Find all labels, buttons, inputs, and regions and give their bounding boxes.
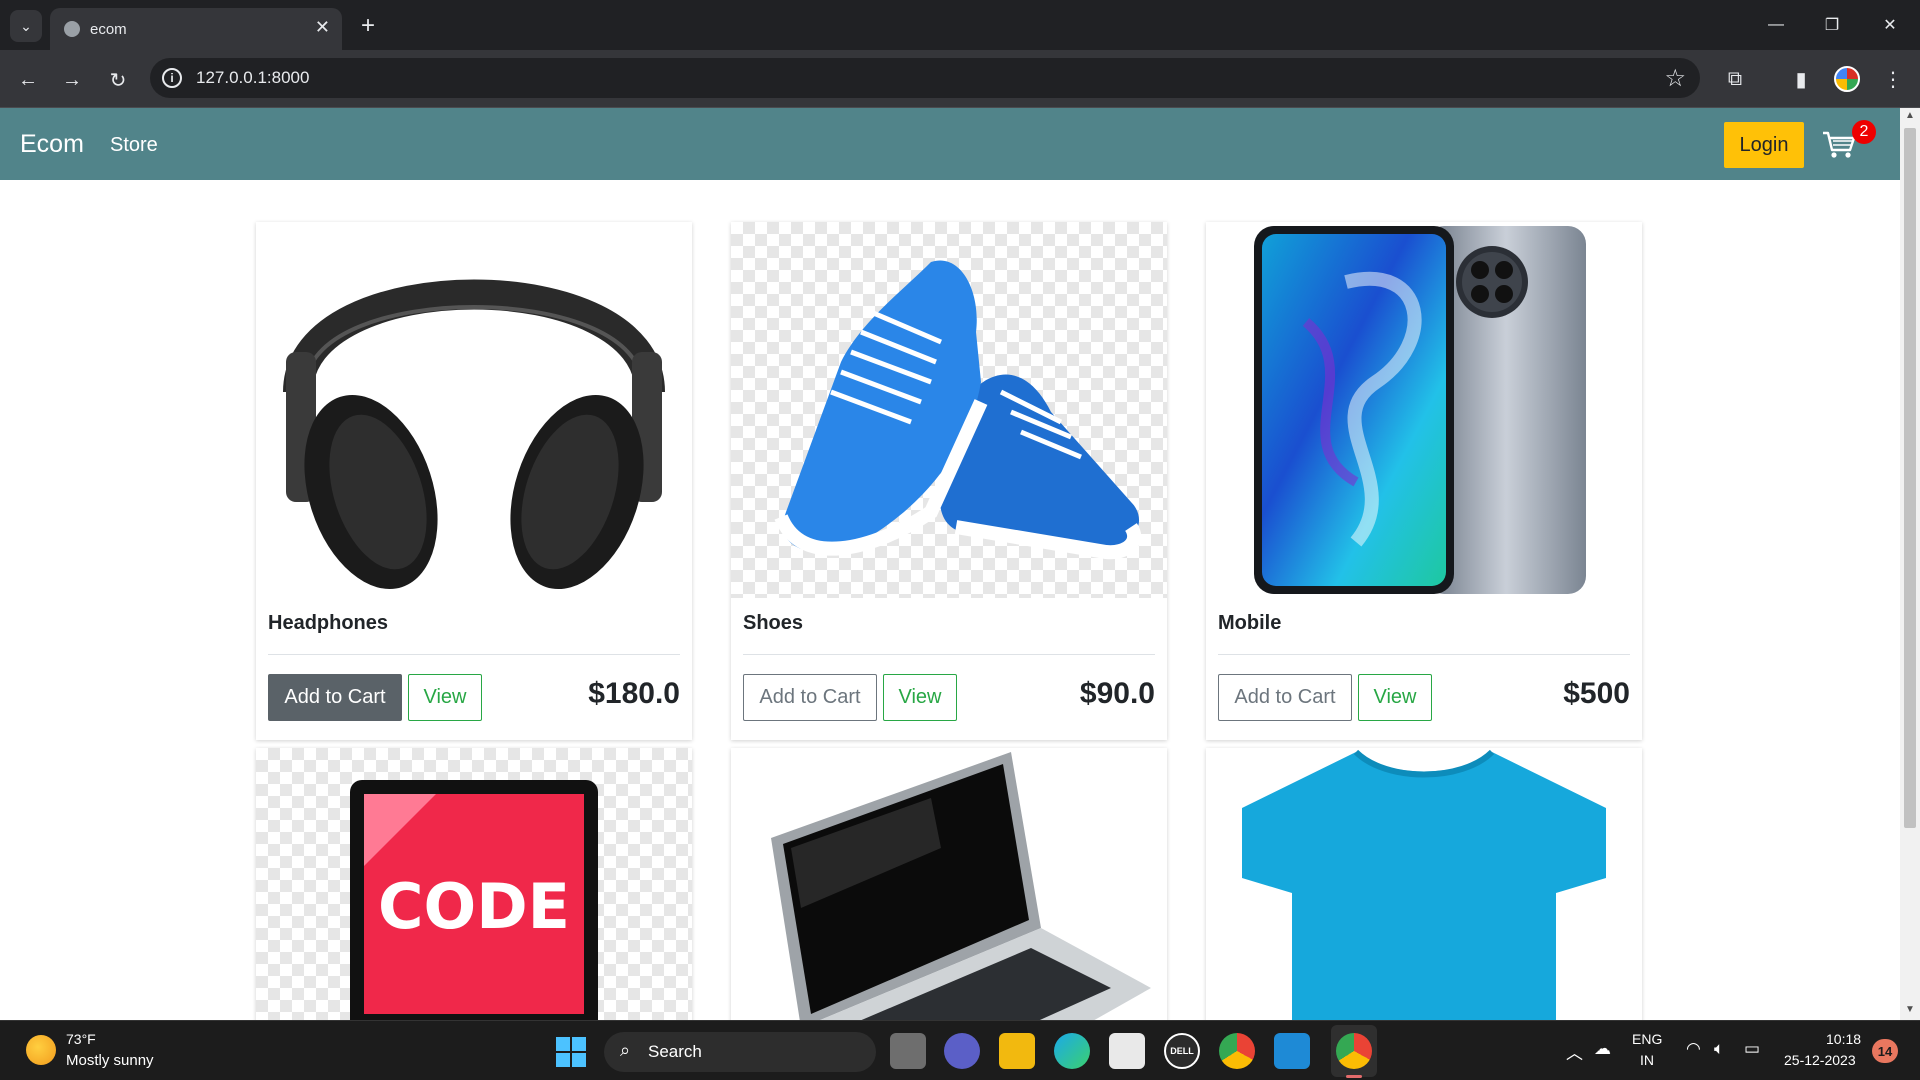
- product-price: $90.0: [1079, 677, 1155, 710]
- extensions-icon[interactable]: ⧉: [1720, 64, 1750, 94]
- minimize-icon[interactable]: —: [1756, 10, 1796, 40]
- close-tab-icon[interactable]: ✕: [315, 17, 330, 38]
- weather-description[interactable]: Mostly sunny: [66, 1052, 154, 1069]
- page-scrollbar[interactable]: ▲ ▼: [1900, 108, 1920, 1020]
- forward-icon[interactable]: →: [56, 64, 88, 96]
- add-to-cart-button[interactable]: Add to Cart: [743, 674, 877, 721]
- close-window-icon[interactable]: ✕: [1870, 10, 1910, 40]
- code-image-text: CODE: [378, 870, 570, 943]
- brand-link[interactable]: Ecom: [20, 130, 84, 159]
- url-text: 127.0.0.1:8000: [196, 68, 310, 87]
- clock-date[interactable]: 25-12-2023: [1784, 1052, 1856, 1068]
- product-price: $180.0: [588, 677, 680, 710]
- browser-tab-bar: ⌄ ecom ✕ + — ❐ ✕: [0, 0, 1920, 50]
- restore-icon[interactable]: ❐: [1812, 10, 1852, 40]
- wifi-icon[interactable]: ◠: [1686, 1039, 1701, 1059]
- page-viewport: Ecom Store Login 2 Headphones Add to Car…: [0, 108, 1900, 1020]
- nav-store-link[interactable]: Store: [110, 134, 158, 157]
- edge-browser-icon[interactable]: [1054, 1033, 1090, 1069]
- cart-icon[interactable]: [1822, 130, 1856, 160]
- product-image-tshirt: [1206, 748, 1642, 1020]
- site-navbar: Ecom Store Login 2: [0, 108, 1900, 180]
- product-card-mobile: Mobile Add to Cart View $500: [1206, 222, 1642, 740]
- product-name: Shoes: [743, 612, 804, 634]
- divider: [268, 654, 680, 655]
- browser-menu-icon[interactable]: ⋮: [1878, 64, 1908, 94]
- product-card-code: CODE: [256, 748, 692, 1020]
- language-code[interactable]: ENG: [1632, 1031, 1662, 1047]
- volume-icon[interactable]: 🔈︎: [1714, 1039, 1724, 1059]
- product-image-laptop: [731, 748, 1167, 1020]
- tab-title: ecom: [90, 21, 127, 38]
- search-icon: ⌕: [620, 1040, 631, 1060]
- address-bar[interactable]: i 127.0.0.1:8000 ☆: [150, 58, 1700, 98]
- teams-chat-icon[interactable]: [944, 1033, 980, 1069]
- view-button[interactable]: View: [1358, 674, 1432, 721]
- chrome-icon[interactable]: [1219, 1033, 1255, 1069]
- product-price: $500: [1563, 677, 1630, 710]
- profile-avatar[interactable]: [1834, 66, 1860, 92]
- browser-tab[interactable]: ecom ✕: [50, 8, 342, 50]
- view-button[interactable]: View: [408, 674, 482, 721]
- weather-temperature[interactable]: 73°F: [66, 1031, 96, 1047]
- language-region[interactable]: IN: [1640, 1052, 1654, 1068]
- product-name: Headphones: [268, 612, 389, 634]
- product-card-laptop: [731, 748, 1167, 1020]
- chrome-active-icon[interactable]: [1336, 1033, 1372, 1069]
- add-to-cart-button[interactable]: Add to Cart: [1218, 674, 1352, 721]
- view-button[interactable]: View: [883, 674, 957, 721]
- notification-count-badge[interactable]: 14: [1872, 1039, 1898, 1063]
- file-explorer-icon[interactable]: [999, 1033, 1035, 1069]
- weather-sun-icon[interactable]: [26, 1035, 56, 1065]
- task-view-icon[interactable]: [890, 1033, 926, 1069]
- back-icon[interactable]: ←: [12, 64, 44, 96]
- globe-icon: [64, 21, 80, 37]
- chevron-up-icon[interactable]: ︿: [1566, 1039, 1583, 1064]
- bookmark-star-icon[interactable]: ☆: [1664, 64, 1686, 93]
- scroll-up-arrow-icon[interactable]: ▲: [1900, 110, 1920, 124]
- new-tab-button[interactable]: +: [352, 10, 384, 42]
- product-image-mobile: [1206, 222, 1642, 598]
- product-card-tshirt: [1206, 748, 1642, 1020]
- site-info-icon[interactable]: i: [162, 68, 182, 88]
- add-to-cart-button[interactable]: Add to Cart: [268, 674, 402, 721]
- taskbar-search-label: Search: [648, 1042, 702, 1061]
- active-indicator: [1346, 1075, 1362, 1078]
- clock-time[interactable]: 10:18: [1826, 1031, 1861, 1047]
- product-image-headphones: [256, 222, 692, 598]
- login-button[interactable]: Login: [1724, 122, 1804, 168]
- cart-count-badge: 2: [1852, 120, 1876, 144]
- product-name: Mobile: [1218, 612, 1282, 634]
- dell-icon[interactable]: DELL: [1164, 1033, 1200, 1069]
- windows-taskbar: 73°F Mostly sunny ⌕ Search DELL ︿ ☁ ENG …: [0, 1020, 1920, 1080]
- battery-icon[interactable]: ▭: [1744, 1039, 1760, 1059]
- tab-search-button[interactable]: ⌄: [10, 10, 42, 42]
- microsoft-store-icon[interactable]: [1109, 1033, 1145, 1069]
- vscode-icon[interactable]: [1274, 1033, 1310, 1069]
- product-image-code: CODE: [256, 748, 692, 1020]
- onedrive-icon[interactable]: ☁: [1594, 1039, 1611, 1059]
- scroll-down-arrow-icon[interactable]: ▼: [1900, 1004, 1920, 1018]
- scrollbar-thumb[interactable]: [1904, 128, 1916, 828]
- divider: [743, 654, 1155, 655]
- divider: [1218, 654, 1630, 655]
- side-panel-icon[interactable]: ▮: [1786, 64, 1816, 94]
- product-card-headphones: Headphones Add to Cart View $180.0: [256, 222, 692, 740]
- start-windows-icon[interactable]: [556, 1037, 586, 1067]
- browser-toolbar: ← → ↻ i 127.0.0.1:8000 ☆ ⧉ ▮ ⋮: [0, 50, 1920, 108]
- product-card-shoes: Shoes Add to Cart View $90.0: [731, 222, 1167, 740]
- product-image-shoes: [731, 222, 1167, 598]
- reload-icon[interactable]: ↻: [102, 64, 134, 96]
- taskbar-search-box[interactable]: ⌕ Search: [604, 1032, 876, 1072]
